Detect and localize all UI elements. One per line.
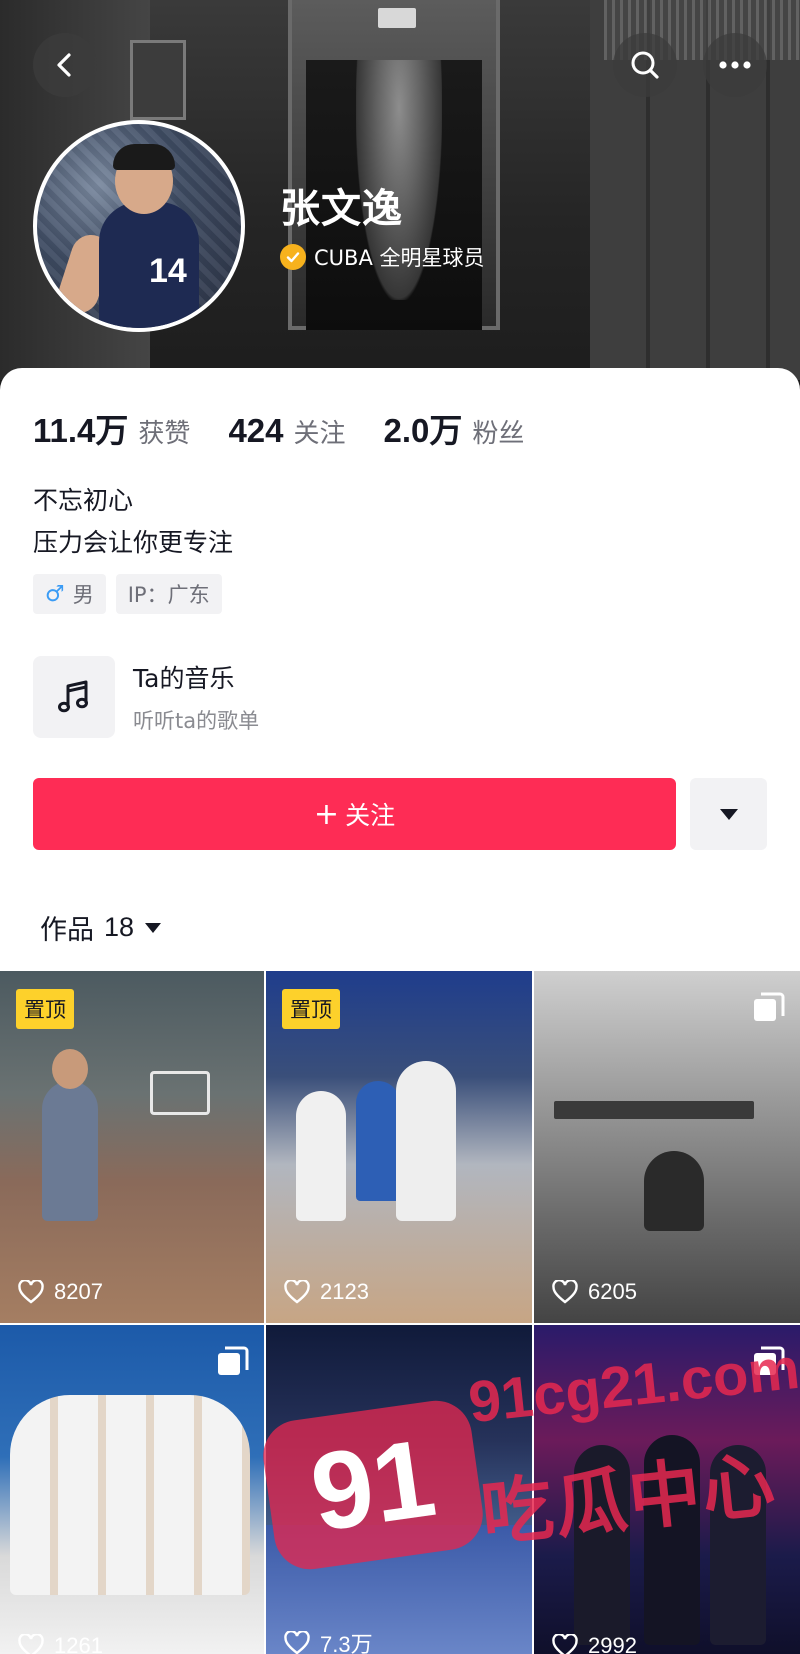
video-likes-count: 2123: [320, 1279, 369, 1304]
caret-down-icon: [145, 922, 162, 933]
male-icon: ♂: [45, 581, 65, 607]
profile-name: 张文逸: [280, 186, 403, 232]
pinned-badge: 置顶: [282, 989, 340, 1029]
bio-line: 压力会让你更专注: [33, 528, 234, 557]
caret-down-icon: [719, 809, 738, 820]
verified-check-icon: [280, 244, 306, 270]
heart-icon: [552, 1634, 578, 1654]
heart-icon: [284, 1280, 310, 1304]
heart-icon: [552, 1280, 578, 1304]
stat-followers-value: 2.0万: [383, 412, 463, 449]
avatar[interactable]: 14: [33, 120, 245, 332]
back-button[interactable]: [33, 33, 97, 97]
music-title: Ta的音乐: [133, 664, 235, 693]
watermark-badge-text: 91: [303, 1415, 443, 1555]
verification-label: CUBA 全明星球员: [314, 246, 485, 270]
music-entry[interactable]: Ta的音乐 听听ta的歌单: [33, 656, 259, 738]
search-button[interactable]: [613, 33, 677, 97]
stat-likes-value: 11.4万: [33, 412, 129, 449]
more-options-button[interactable]: [703, 33, 767, 97]
gender-label: 男: [72, 583, 94, 607]
stat-following-value: 424: [228, 412, 284, 449]
hoop-shape: [150, 1071, 210, 1115]
music-note-icon: [33, 656, 115, 738]
chevron-left-icon: [57, 53, 71, 77]
follow-button[interactable]: + 关注: [33, 778, 676, 850]
video-likes-count: 8207: [54, 1279, 103, 1304]
stat-followers-label: 粉丝: [472, 419, 525, 449]
profile-header: 14 张文逸 CUBA 全明星球员: [0, 0, 800, 400]
watermark-badge: 91: [258, 1396, 488, 1574]
video-tile[interactable]: 置顶 8207: [0, 971, 264, 1323]
tab-works[interactable]: 作品 18: [40, 908, 162, 947]
ip-tag: IP：广东: [115, 574, 222, 614]
follow-button-label: 关注: [345, 801, 396, 830]
video-likes: 6205: [552, 1279, 637, 1305]
heart-icon: [18, 1280, 44, 1304]
recommend-dropdown-button[interactable]: [690, 778, 767, 850]
video-likes: 7.3万: [284, 1627, 373, 1654]
video-tile[interactable]: 1261: [0, 1325, 264, 1654]
stat-following[interactable]: 424 关注: [228, 412, 345, 450]
video-tile[interactable]: 6205: [534, 971, 800, 1323]
music-subtitle: 听听ta的歌单: [133, 709, 260, 733]
search-icon: [631, 51, 659, 79]
ip-label: IP：广东: [127, 583, 210, 607]
video-likes-count: 2992: [588, 1633, 637, 1654]
video-likes-count: 7.3万: [320, 1632, 373, 1654]
heart-icon: [18, 1634, 44, 1654]
avatar-jersey-number: 14: [149, 252, 187, 290]
stat-likes-label: 获赞: [138, 419, 191, 449]
stats-row: 11.4万 获赞 424 关注 2.0万 粉丝: [33, 404, 562, 452]
header-bg-box: [130, 40, 186, 120]
pinned-badge: 置顶: [16, 989, 74, 1029]
verification-row: CUBA 全明星球员: [280, 242, 484, 272]
more-dots-icon: [719, 61, 751, 69]
video-likes: 2992: [552, 1633, 637, 1654]
video-likes-count: 6205: [588, 1279, 637, 1304]
header-bg-exit-sign: [378, 8, 416, 28]
works-tab-label: 作品: [40, 915, 94, 946]
plus-icon: +: [313, 796, 340, 832]
multi-image-icon: [754, 992, 785, 1021]
stat-likes[interactable]: 11.4万 获赞: [33, 404, 190, 452]
bio-line: 不忘初心: [33, 486, 134, 515]
gender-tag: ♂ 男: [33, 574, 106, 614]
stat-following-label: 关注: [293, 419, 346, 449]
video-likes: 8207: [18, 1279, 103, 1305]
bio: 不忘初心 压力会让你更专注: [33, 480, 233, 564]
tag-row: ♂ 男 IP：广东: [33, 574, 222, 614]
heart-icon: [284, 1631, 310, 1654]
works-tab-count: 18: [104, 912, 135, 942]
video-likes-count: 1261: [54, 1633, 103, 1654]
video-likes: 2123: [284, 1279, 369, 1305]
video-likes: 1261: [18, 1633, 103, 1654]
stat-followers[interactable]: 2.0万 粉丝: [384, 404, 525, 452]
multi-image-icon: [218, 1346, 249, 1375]
video-tile[interactable]: 置顶 2123: [266, 971, 532, 1323]
